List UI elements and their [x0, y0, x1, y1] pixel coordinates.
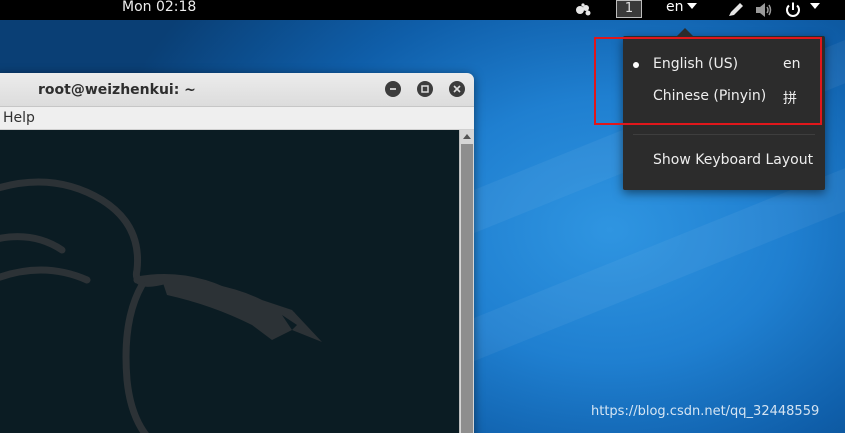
menu-help[interactable]: Help — [3, 110, 35, 126]
kali-dragon-logo — [0, 178, 322, 433]
terminal-titlebar[interactable]: root@weizhenkui: ~ — [0, 73, 474, 107]
close-button[interactable] — [449, 81, 465, 97]
terminal-window: root@weizhenkui: ~ Help — [0, 73, 474, 433]
volume-icon[interactable] — [755, 0, 775, 20]
maximize-button[interactable] — [417, 81, 433, 97]
terminal-content[interactable] — [0, 130, 459, 433]
pen-icon[interactable] — [727, 0, 745, 20]
minimize-button[interactable] — [385, 81, 401, 97]
terminal-menubar: Help — [0, 107, 474, 130]
chevron-down-icon[interactable] — [810, 3, 820, 9]
clock[interactable]: Mon 02:18 — [122, 0, 196, 14]
top-panel: Mon 02:18 1 en — [0, 0, 845, 20]
power-icon[interactable] — [784, 0, 802, 20]
terminal-scrollbar[interactable] — [459, 130, 474, 433]
scrollbar-thumb[interactable] — [461, 144, 473, 433]
workspace-indicator[interactable]: 1 — [616, 0, 642, 18]
menu-item-label: Show Keyboard Layout — [653, 152, 814, 168]
scroll-up-icon[interactable] — [463, 134, 471, 139]
annotation-highlight-box — [594, 37, 822, 125]
gnome-extension-icon[interactable] — [574, 0, 594, 20]
menu-pointer — [677, 28, 693, 36]
watermark-text: https://blog.csdn.net/qq_32448559 — [591, 404, 820, 419]
menu-separator — [633, 134, 815, 135]
window-title: root@weizhenkui: ~ — [38, 82, 196, 98]
keyboard-language-indicator[interactable]: en — [666, 0, 684, 14]
show-keyboard-layout-item[interactable]: Show Keyboard Layout — [623, 148, 825, 174]
chevron-down-icon[interactable] — [687, 3, 697, 9]
